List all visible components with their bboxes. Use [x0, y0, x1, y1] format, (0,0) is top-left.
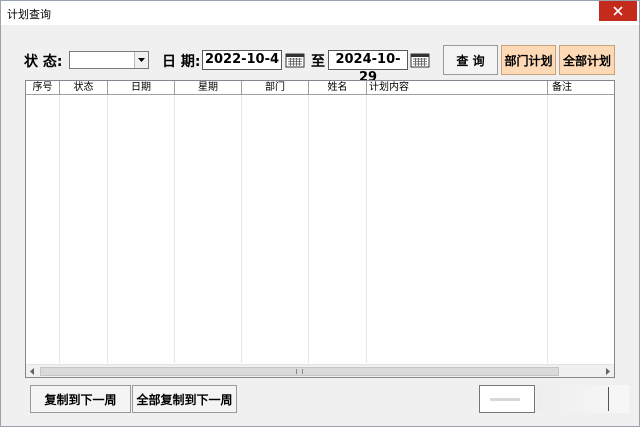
title-bar: 计划查询 — [1, 1, 639, 25]
copy-all-to-next-week-button[interactable]: 全部复制到下一周 — [132, 385, 237, 413]
column-divider — [174, 95, 175, 363]
copy-to-next-week-button[interactable]: 复制到下一周 — [30, 385, 131, 413]
column-divider — [547, 95, 548, 363]
to-label: 至 — [311, 54, 325, 70]
grip-icon — [296, 369, 303, 374]
footer-fade — [537, 385, 629, 413]
dept-plan-button[interactable]: 部门计划 — [501, 45, 556, 75]
column-header-weekday[interactable]: 星期 — [175, 81, 242, 95]
table-header: 序号 状态 日期 星期 部门 姓名 计划内容 备注 — [26, 81, 614, 95]
window-title: 计划查询 — [7, 8, 51, 21]
scrollbar-thumb[interactable] — [40, 367, 559, 376]
column-divider — [241, 95, 242, 363]
column-divider — [59, 95, 60, 363]
column-header-plan-content[interactable]: 计划内容 — [367, 81, 548, 95]
column-header-name[interactable]: 姓名 — [309, 81, 367, 95]
plan-query-window: 计划查询 状 态: 日 期: 2022-10-4 至 2024-10-29 查 … — [0, 0, 640, 427]
close-icon — [613, 6, 623, 16]
button-focus-mark — [490, 398, 520, 401]
date-label: 日 期: — [162, 54, 201, 70]
date-from-input[interactable]: 2022-10-4 — [202, 50, 282, 70]
column-header-remark[interactable]: 备注 — [548, 81, 614, 95]
column-header-index[interactable]: 序号 — [26, 81, 60, 95]
divider — [608, 387, 609, 411]
scroll-right-icon[interactable] — [604, 367, 612, 376]
status-select[interactable] — [69, 51, 149, 69]
all-plan-button[interactable]: 全部计划 — [559, 45, 615, 75]
calendar-icon[interactable] — [285, 52, 305, 68]
column-divider — [366, 95, 367, 363]
column-divider — [107, 95, 108, 363]
dropdown-arrow-icon[interactable] — [134, 52, 148, 68]
column-header-status[interactable]: 状态 — [60, 81, 108, 95]
plan-table[interactable]: 序号 状态 日期 星期 部门 姓名 计划内容 备注 — [25, 80, 615, 378]
calendar-icon[interactable] — [410, 52, 430, 68]
column-header-department[interactable]: 部门 — [242, 81, 309, 95]
ok-button[interactable] — [479, 385, 535, 413]
date-to-input[interactable]: 2024-10-29 — [328, 50, 408, 85]
close-button[interactable] — [599, 1, 637, 21]
scroll-left-icon[interactable] — [28, 367, 36, 376]
query-button[interactable]: 查 询 — [443, 45, 498, 75]
column-divider — [308, 95, 309, 363]
horizontal-scrollbar[interactable] — [26, 364, 614, 377]
status-label: 状 态: — [24, 54, 63, 70]
column-header-date[interactable]: 日期 — [108, 81, 175, 95]
